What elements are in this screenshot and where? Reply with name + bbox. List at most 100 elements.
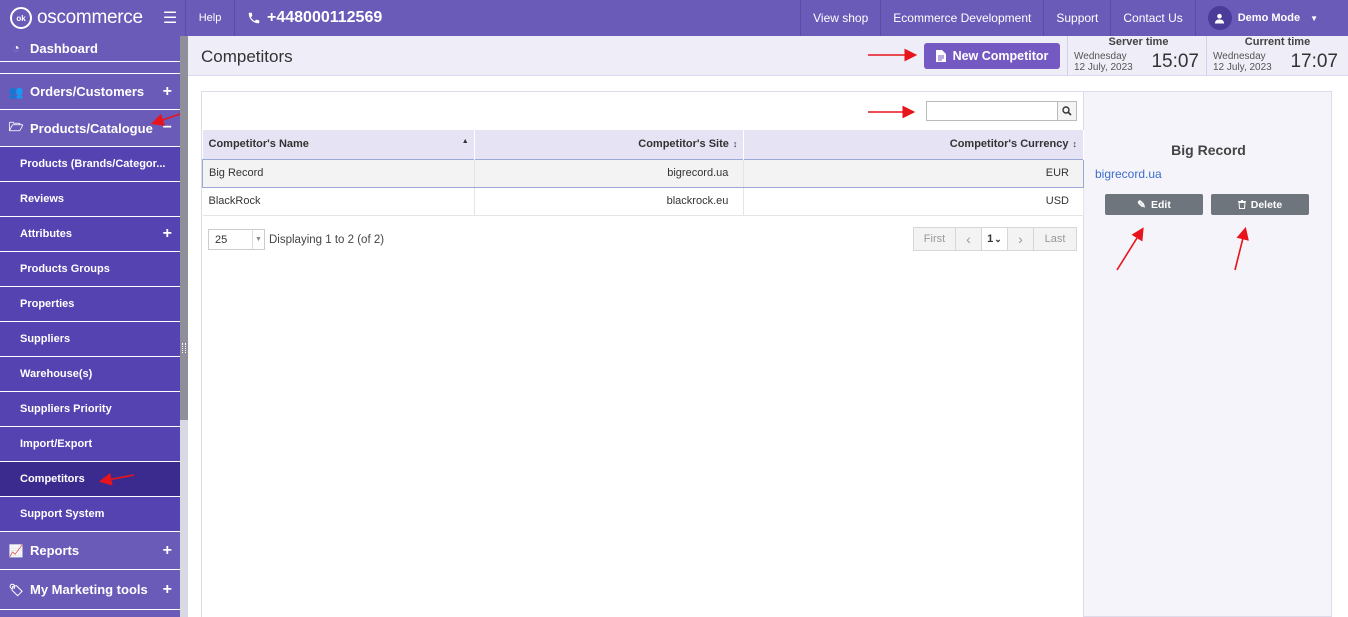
column-header-currency[interactable]: Competitor's Currency ↕ xyxy=(743,130,1084,159)
cell-site: blackrock.eu xyxy=(474,187,745,216)
sidebar-item-label: Properties xyxy=(20,298,75,310)
sidebar-item-properties[interactable]: Properties xyxy=(0,287,180,322)
current-time-clock: 17:07 xyxy=(1290,51,1338,72)
sort-asc-icon: ▲ xyxy=(461,138,469,145)
user-name: Demo Mode xyxy=(1237,12,1301,24)
cell-currency: EUR xyxy=(743,158,1084,188)
sort-icon: ↕ xyxy=(1072,139,1078,150)
per-page-select[interactable]: 25 ▼ xyxy=(208,229,265,250)
ecommerce-development-link[interactable]: Ecommerce Development xyxy=(880,0,1043,36)
chart-line-icon: 📈 xyxy=(8,543,24,558)
competitor-list: Competitor's Name ▲ Competitor's Site ↕ C… xyxy=(202,92,1084,617)
per-page-value: 25 xyxy=(215,233,228,246)
current-time-box: Current time Wednesday 12 July, 2023 17:0… xyxy=(1206,36,1348,76)
expand-plus-icon[interactable]: + xyxy=(163,225,172,243)
sidebar-item-label: Support System xyxy=(20,508,105,520)
menu-toggle-icon[interactable]: ☰ xyxy=(155,0,185,36)
sidebar-item-label: Products Groups xyxy=(20,263,110,275)
cell-site: bigrecord.ua xyxy=(474,158,745,188)
server-time-box: Server time Wednesday 12 July, 2023 15:07 xyxy=(1067,36,1209,76)
users-icon: 👥 xyxy=(8,84,24,99)
sidebar-item-products-catalogue[interactable]: 🗁 Products/Catalogue − xyxy=(0,110,180,147)
help-link[interactable]: Help xyxy=(185,0,235,36)
server-time-label: Server time xyxy=(1108,36,1169,48)
table-row[interactable]: BlackRock blackrock.eu USD xyxy=(202,187,1084,216)
sidebar-item-label: Dashboard xyxy=(30,41,98,56)
sidebar-item-label: Suppliers xyxy=(20,333,71,345)
top-bar: ok oscommerce ☰ Help +448000112569 View … xyxy=(0,0,1348,36)
sidebar-item-label: Import/Export xyxy=(20,438,93,450)
support-link[interactable]: Support xyxy=(1043,0,1110,36)
sidebar-item-suppliers-priority[interactable]: Suppliers Priority xyxy=(0,392,180,427)
prev-page-icon[interactable]: ‹ xyxy=(956,228,982,250)
phone-number: +448000112569 xyxy=(235,0,800,36)
search-icon xyxy=(1062,106,1072,116)
document-icon xyxy=(935,50,946,62)
delete-button[interactable]: Delete xyxy=(1211,194,1309,215)
chevron-down-icon: ⌄ xyxy=(994,233,1002,244)
sidebar-item-products-brands-categories[interactable]: Products (Brands/Categor... xyxy=(0,147,180,182)
sidebar: ◔ Dashboard 👥 Orders/Customers + 🗁 Produ… xyxy=(0,36,180,617)
sidebar-item-orders-customers[interactable]: 👥 Orders/Customers + xyxy=(0,74,180,110)
logo[interactable]: ok oscommerce xyxy=(0,0,155,36)
displaying-count: Displaying 1 to 2 (of 2) xyxy=(269,234,385,246)
search-button[interactable] xyxy=(1058,101,1077,121)
cell-name: Big Record xyxy=(202,158,475,188)
last-page-button[interactable]: Last xyxy=(1034,228,1076,250)
sidebar-item-label: Reports xyxy=(30,543,80,558)
table-header-row: Competitor's Name ▲ Competitor's Site ↕ C… xyxy=(202,130,1084,159)
user-menu[interactable]: Demo Mode ▼ xyxy=(1194,0,1348,36)
sidebar-item-support-system[interactable]: Support System xyxy=(0,497,180,532)
sidebar-item-import-export[interactable]: Import/Export xyxy=(0,427,180,462)
sidebar-item-warehouses[interactable]: Warehouse(s) xyxy=(0,357,180,392)
column-header-site[interactable]: Competitor's Site ↕ xyxy=(474,130,745,159)
pencil-icon: ✎ xyxy=(1137,198,1146,211)
server-time-clock: 15:07 xyxy=(1151,51,1199,72)
sidebar-item-label: Competitors xyxy=(20,473,85,485)
main-panel: Competitor's Name ▲ Competitor's Site ↕ C… xyxy=(201,91,1332,617)
edit-button[interactable]: ✎ Edit xyxy=(1105,194,1203,215)
sidebar-item-label: Reviews xyxy=(20,193,65,205)
competitors-table: Competitor's Name ▲ Competitor's Site ↕ C… xyxy=(202,130,1084,216)
tag-icon: 🏷 xyxy=(8,582,24,597)
cell-name: BlackRock xyxy=(202,187,475,216)
current-time-date: Wednesday 12 July, 2023 xyxy=(1213,51,1272,73)
page-header: Competitors New Competitor Server time W… xyxy=(188,36,1348,76)
sidebar-item-dashboard[interactable]: ◔ Dashboard xyxy=(0,36,180,62)
view-shop-link[interactable]: View shop xyxy=(800,0,880,36)
sidebar-item-products-groups[interactable]: Products Groups xyxy=(0,252,180,287)
phone-icon xyxy=(248,12,260,24)
expand-plus-icon[interactable]: + xyxy=(163,542,172,560)
collapse-minus-icon[interactable]: − xyxy=(163,119,172,137)
sidebar-item-label: Orders/Customers xyxy=(30,84,145,99)
sidebar-item-reports[interactable]: 📈 Reports + xyxy=(0,532,180,570)
search-input[interactable] xyxy=(926,101,1058,121)
sidebar-item-reviews[interactable]: Reviews xyxy=(0,182,180,217)
sidebar-item-label: My Marketing tools xyxy=(30,582,148,597)
sort-icon: ↕ xyxy=(732,139,738,150)
current-time-label: Current time xyxy=(1244,36,1311,48)
page-select[interactable]: 1 ⌄ xyxy=(982,228,1008,250)
sidebar-item-label: Attributes xyxy=(20,228,72,240)
next-page-icon[interactable]: › xyxy=(1008,228,1034,250)
user-avatar-icon xyxy=(1207,6,1232,30)
sidebar-item-attributes[interactable]: Attributes + xyxy=(0,217,180,252)
new-competitor-label: New Competitor xyxy=(952,49,1049,63)
sidebar-scrollbar-thumb[interactable] xyxy=(180,36,188,420)
logo-icon: ok xyxy=(10,7,32,29)
first-page-button[interactable]: First xyxy=(914,228,956,250)
chevron-down-icon: ▼ xyxy=(1310,13,1318,23)
sidebar-item-suppliers[interactable]: Suppliers xyxy=(0,322,180,357)
table-row[interactable]: Big Record bigrecord.ua EUR xyxy=(202,158,1084,188)
expand-plus-icon[interactable]: + xyxy=(163,581,172,599)
server-time-date: Wednesday 12 July, 2023 xyxy=(1074,51,1133,73)
sidebar-item-marketing-tools[interactable]: 🏷 My Marketing tools + xyxy=(0,570,180,610)
phone-text: +448000112569 xyxy=(267,9,383,26)
expand-plus-icon[interactable]: + xyxy=(163,83,172,101)
sidebar-item-competitors[interactable]: Competitors xyxy=(0,462,180,497)
new-competitor-button[interactable]: New Competitor xyxy=(924,43,1060,69)
column-header-name[interactable]: Competitor's Name ▲ xyxy=(202,130,475,159)
logo-text: oscommerce xyxy=(37,7,143,28)
detail-site-link[interactable]: bigrecord.ua xyxy=(1095,167,1162,181)
contact-us-link[interactable]: Contact Us xyxy=(1110,0,1194,36)
